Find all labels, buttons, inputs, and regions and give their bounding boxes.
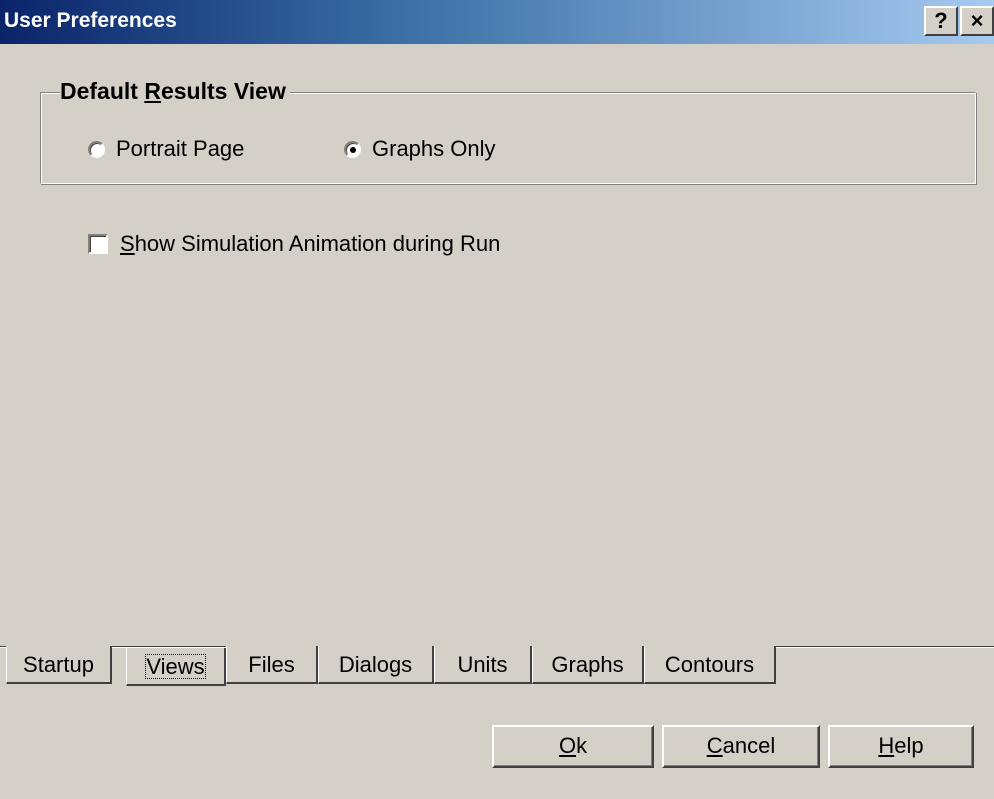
ok-label-rest: k [576, 733, 588, 758]
close-button[interactable]: × [960, 6, 994, 36]
cancel-accelerator: C [706, 733, 723, 758]
tab-dialogs[interactable]: Dialogs [318, 646, 434, 684]
tab-dialogs-label: Dialogs [338, 652, 413, 677]
group-legend: Default Results View [60, 78, 290, 105]
legend-suffix: esults View [160, 78, 286, 104]
tab-contours[interactable]: Contours [644, 646, 776, 684]
title-bar: User Preferences ? × [0, 0, 994, 44]
help-title-button[interactable]: ? [924, 6, 958, 36]
tab-files[interactable]: Files [226, 646, 318, 684]
help-button[interactable]: Help [828, 725, 974, 768]
tab-startup[interactable]: Startup [6, 646, 112, 684]
ok-accelerator: O [558, 733, 577, 758]
tab-files-label: Files [248, 652, 295, 677]
portrait-page-label: Portrait Page [116, 136, 245, 161]
ok-button[interactable]: Ok [492, 725, 654, 768]
tab-graphs[interactable]: Graphs [532, 646, 644, 684]
tab-graphs-label: Graphs [551, 652, 624, 677]
checkbox-label-accelerator: S [120, 231, 135, 256]
tab-startup-label: Startup [23, 652, 94, 677]
cancel-label-rest: ancel [722, 733, 776, 758]
tab-contours-label: Contours [664, 652, 755, 677]
window-title: User Preferences [4, 9, 177, 32]
graphs-only-radio[interactable]: Graphs Only [344, 136, 496, 162]
tab-views-label: Views [145, 654, 206, 679]
help-label-rest: elp [894, 733, 924, 758]
tab-views[interactable]: Views [126, 648, 226, 686]
checkbox-unchecked-icon[interactable] [88, 234, 108, 254]
legend-accelerator: R [144, 78, 161, 104]
radio-unchecked-icon[interactable] [88, 140, 105, 158]
tab-units[interactable]: Units [434, 646, 532, 684]
checkbox-label-rest: how Simulation Animation during Run [134, 231, 501, 256]
show-animation-label: Show Simulation Animation during Run [120, 231, 500, 257]
legend-prefix: Default [60, 78, 145, 104]
help-accelerator: H [878, 733, 895, 758]
portrait-page-radio[interactable]: Portrait Page [88, 136, 244, 162]
graphs-only-label: Graphs Only [372, 136, 496, 161]
cancel-button[interactable]: Cancel [662, 725, 820, 768]
radio-checked-icon[interactable] [344, 140, 361, 158]
tab-units-label: Units [457, 652, 508, 677]
show-animation-checkbox[interactable]: Show Simulation Animation during Run [88, 231, 500, 257]
